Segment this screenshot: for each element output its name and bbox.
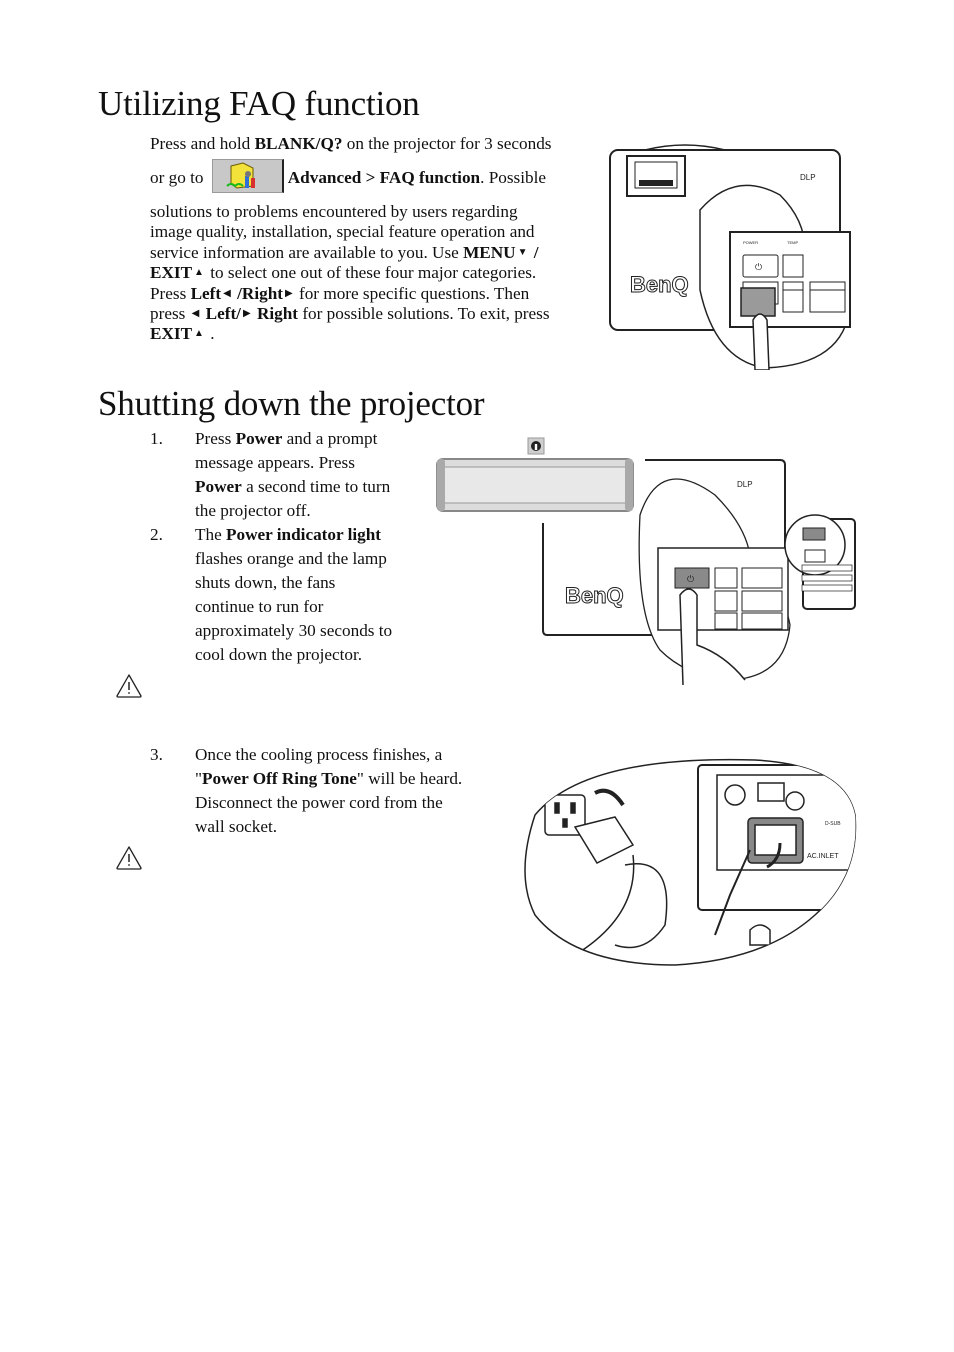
arrow-down-icon: ▼ [517,246,528,258]
step-1-text: Press Power and a prompt message appears… [195,429,391,520]
svg-text:D-SUB: D-SUB [825,821,841,827]
svg-text:POWER: POWER [743,240,758,245]
svg-text:BenQ: BenQ [565,583,624,608]
step-number: 1. [150,429,163,448]
step-2-text: The Power indicator light flashes orange… [195,525,393,664]
svg-text:TEMP: TEMP [787,240,798,245]
step-3-text: Once the cooling process finishes, a "Po… [195,745,463,836]
step-number: 2. [150,525,163,544]
section-heading-faq: Utilizing FAQ function [98,84,420,123]
section-heading-shutdown: Shutting down the projector [98,384,485,423]
arrow-right-icon: ▶ [242,308,251,320]
faq-paragraph: Press and hold BLANK/Q? on the projector… [150,134,552,344]
arrow-left-icon: ◀ [191,308,200,320]
projector-power-button-figure: BenQ DLP ⏻ [436,437,856,685]
projector-blank-button-figure: BenQ DLP POWER TEMP ⏻ [609,144,851,370]
advanced-menu-icon [211,159,284,193]
warning-icon [116,674,142,698]
power-cord-figure: AC.INLET D-SUB [524,758,857,966]
svg-text:⏻: ⏻ [755,262,762,272]
arrow-left-icon: ◀ [223,287,231,299]
brand-logo: BenQ [630,272,689,297]
warning-icon [116,846,142,870]
svg-text:⏻: ⏻ [687,574,694,584]
arrow-up-icon: ▲ [194,328,204,340]
arrow-right-icon: ▶ [284,287,293,299]
step-number: 3. [150,745,163,764]
svg-text:DLP: DLP [737,480,753,489]
svg-text:DLP: DLP [800,173,816,182]
svg-text:AC.INLET: AC.INLET [807,853,839,860]
arrow-up-icon: ▲ [194,267,204,279]
